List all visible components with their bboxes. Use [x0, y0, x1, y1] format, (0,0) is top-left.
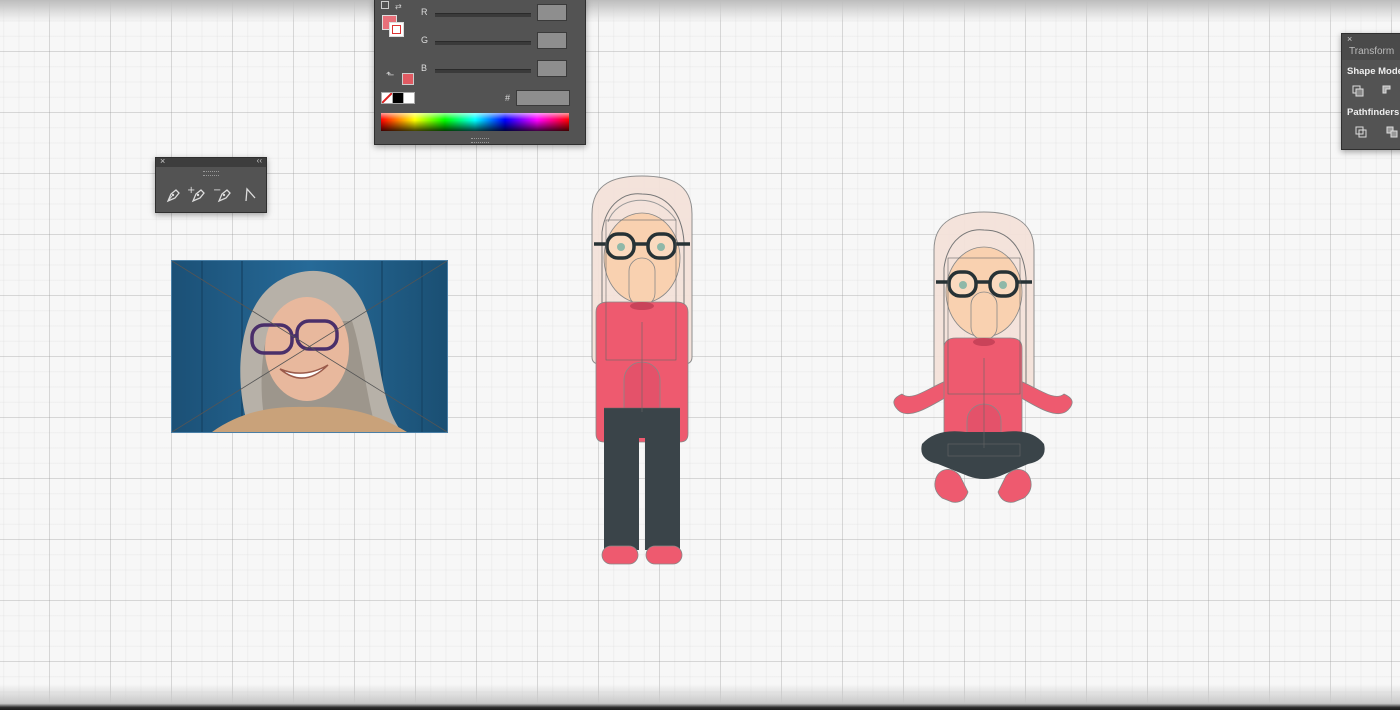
divide-icon[interactable] [1355, 126, 1367, 138]
drag-grip[interactable] [203, 171, 219, 176]
pathfinder-tabbar: × Transform [1342, 34, 1400, 60]
convert-anchor-icon [245, 187, 256, 202]
pathfinder-panel[interactable]: × Transform Shape Modes Pathfinders: [1341, 33, 1400, 150]
trim-icon[interactable] [1386, 126, 1398, 138]
stroke-swatch[interactable] [389, 22, 404, 37]
g-slider[interactable] [435, 41, 531, 45]
pen-icon [166, 189, 180, 203]
b-channel-row: B [421, 60, 569, 77]
white-swatch[interactable] [403, 92, 415, 104]
r-slider[interactable] [435, 13, 531, 17]
canvas-top-edge [0, 0, 1400, 22]
r-channel-row: R [421, 4, 569, 21]
panel-resize-grip[interactable] [471, 138, 489, 143]
convert-anchor-tool-button[interactable] [242, 185, 262, 203]
delete-anchor-icon: − [213, 185, 231, 203]
delete-anchor-tool-button[interactable]: − [213, 185, 233, 203]
close-icon[interactable]: × [1347, 34, 1352, 44]
minus-front-icon[interactable] [1382, 85, 1394, 97]
pen-panel-titlebar[interactable]: × ‹‹ [156, 156, 266, 167]
reference-photo[interactable] [171, 260, 448, 433]
close-icon[interactable]: × [160, 156, 165, 166]
r-channel-label: R [421, 7, 428, 17]
r-value-field[interactable] [537, 4, 567, 21]
unite-icon[interactable] [1352, 85, 1364, 97]
portrait-photo [172, 261, 447, 432]
add-anchor-tool-button[interactable]: + [187, 185, 207, 203]
g-channel-label: G [421, 35, 429, 45]
add-anchor-icon: + [187, 185, 205, 203]
b-channel-label: B [421, 63, 428, 73]
standing-character[interactable] [586, 172, 698, 568]
svg-text:−: − [213, 185, 221, 196]
swap-colors-icon[interactable]: ⇄ [395, 2, 402, 11]
pen-tool-button[interactable] [164, 185, 184, 203]
color-panel[interactable]: ⇄ R G B ⬑ # [374, 0, 586, 145]
hex-label: # [505, 93, 511, 103]
g-value-field[interactable] [537, 32, 567, 49]
color-spectrum[interactable] [381, 113, 569, 131]
hex-input[interactable] [516, 90, 570, 106]
g-channel-row: G [421, 32, 569, 49]
pathfinders-label: Pathfinders: [1347, 107, 1400, 118]
closest-color-swatch[interactable] [402, 73, 414, 85]
canvas-bottom-edge [0, 684, 1400, 710]
tab-transform[interactable]: Transform [1349, 46, 1394, 57]
out-of-gamut-icon[interactable]: ⬑ [386, 70, 394, 81]
pen-tools-panel[interactable]: × ‹‹ + − [155, 156, 267, 213]
b-slider[interactable] [435, 69, 531, 73]
shape-modes-label: Shape Modes [1347, 66, 1400, 77]
default-colors-icon[interactable] [381, 1, 389, 9]
sitting-character[interactable] [888, 208, 1076, 508]
b-value-field[interactable] [537, 60, 567, 77]
svg-text:+: + [187, 185, 195, 196]
collapse-icon[interactable]: ‹‹ [257, 156, 262, 165]
